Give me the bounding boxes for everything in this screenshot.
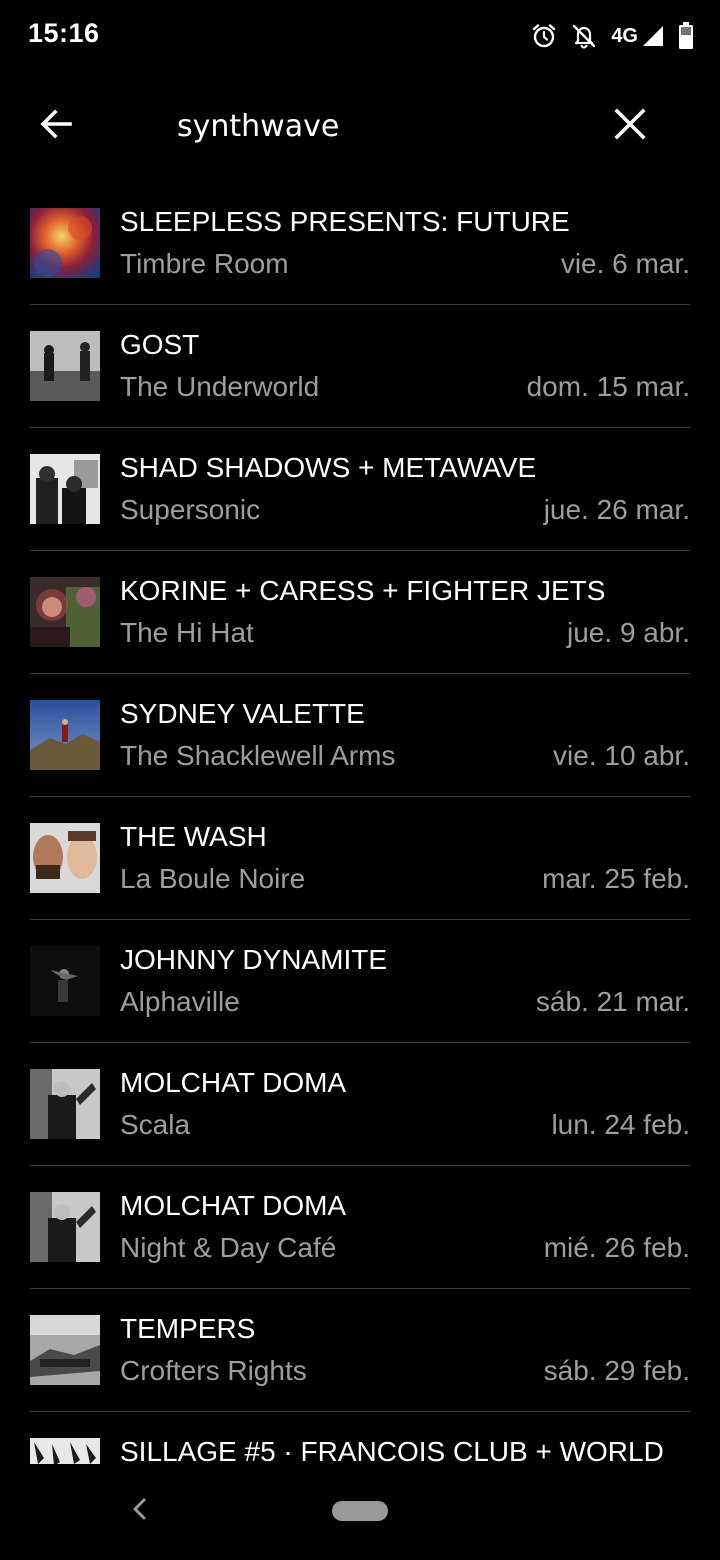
event-venue: Crofters Rights bbox=[120, 1355, 307, 1386]
event-venue: The Shacklewell Arms bbox=[120, 740, 396, 771]
event-title: SYDNEY VALETTE bbox=[120, 698, 365, 729]
nav-back-button[interactable] bbox=[126, 1498, 152, 1524]
battery-icon bbox=[678, 22, 694, 50]
event-date: lun. 24 feb. bbox=[551, 1109, 690, 1140]
event-row[interactable]: SLEEPLESS PRESENTS: FUTURE Timbre Room v… bbox=[30, 182, 690, 305]
event-venue: La Boule Noire bbox=[120, 863, 306, 894]
search-header bbox=[0, 90, 720, 162]
signal-icon bbox=[642, 24, 664, 48]
event-title: KORINE + CARESS + FIGHTER JETS bbox=[120, 575, 606, 606]
event-venue: Night & Day Café bbox=[120, 1232, 337, 1263]
status-bar: 15:16 4G bbox=[0, 0, 720, 72]
event-date: vie. 6 mar. bbox=[560, 248, 690, 279]
alarm-icon bbox=[531, 23, 557, 49]
event-row[interactable]: MOLCHAT DOMA Night & Day Café mié. 26 fe… bbox=[30, 1166, 690, 1289]
event-title: JOHNNY DYNAMITE bbox=[120, 944, 388, 975]
event-thumbnail bbox=[30, 1315, 100, 1385]
event-title: MOLCHAT DOMA bbox=[120, 1190, 347, 1221]
event-thumbnail bbox=[30, 823, 100, 893]
event-thumbnail bbox=[30, 454, 100, 524]
close-icon bbox=[614, 107, 646, 145]
back-button[interactable] bbox=[34, 104, 78, 148]
event-title: SILLAGE #5 · FRANCOIS CLUB + WORLD bbox=[120, 1436, 664, 1464]
event-date: jue. 9 abr. bbox=[567, 617, 690, 648]
event-row[interactable]: MOLCHAT DOMA Scala lun. 24 feb. bbox=[30, 1043, 690, 1166]
event-thumbnail bbox=[30, 1192, 100, 1262]
event-date: mar. 25 feb. bbox=[542, 863, 690, 894]
event-title: GOST bbox=[120, 329, 200, 360]
event-row[interactable]: SILLAGE #5 · FRANCOIS CLUB + WORLD bbox=[30, 1412, 690, 1464]
event-title: THE WASH bbox=[120, 821, 267, 852]
event-row[interactable]: GOST The Underworld dom. 15 mar. bbox=[30, 305, 690, 428]
event-date: mié. 26 feb. bbox=[543, 1232, 690, 1263]
event-venue: The Underworld bbox=[120, 371, 320, 402]
nav-back-icon bbox=[130, 1497, 148, 1526]
clear-search-button[interactable] bbox=[608, 104, 652, 148]
event-title: SLEEPLESS PRESENTS: FUTURE bbox=[120, 206, 570, 237]
search-input[interactable] bbox=[177, 104, 577, 148]
event-date: sáb. 21 mar. bbox=[535, 986, 690, 1017]
event-thumbnail bbox=[30, 208, 100, 278]
event-date: dom. 15 mar. bbox=[526, 371, 690, 402]
notifications-off-icon bbox=[571, 23, 597, 49]
event-row[interactable]: TEMPERS Crofters Rights sáb. 29 feb. bbox=[30, 1289, 690, 1412]
event-row[interactable]: SHAD SHADOWS + METAWAVE Supersonic jue. … bbox=[30, 428, 690, 551]
status-icons: 4G bbox=[531, 18, 694, 54]
event-title: SHAD SHADOWS + METAWAVE bbox=[120, 452, 537, 483]
event-venue: Alphaville bbox=[120, 986, 240, 1017]
event-thumbnail bbox=[30, 1069, 100, 1139]
event-row[interactable]: JOHNNY DYNAMITE Alphaville sáb. 21 mar. bbox=[30, 920, 690, 1043]
event-venue: Supersonic bbox=[120, 494, 261, 525]
event-row[interactable]: THE WASH La Boule Noire mar. 25 feb. bbox=[30, 797, 690, 920]
status-time: 15:16 bbox=[28, 18, 100, 48]
arrow-left-icon bbox=[38, 106, 74, 147]
event-thumbnail bbox=[30, 946, 100, 1016]
system-nav-bar bbox=[0, 1464, 720, 1560]
event-date: sáb. 29 feb. bbox=[543, 1355, 690, 1386]
event-thumbnail bbox=[30, 700, 100, 770]
event-venue: The Hi Hat bbox=[120, 617, 254, 648]
event-date: vie. 10 abr. bbox=[553, 740, 690, 771]
home-pill-icon[interactable] bbox=[332, 1501, 388, 1521]
search-results-list: SLEEPLESS PRESENTS: FUTURE Timbre Room v… bbox=[0, 182, 720, 1464]
event-title: MOLCHAT DOMA bbox=[120, 1067, 347, 1098]
event-venue: Scala bbox=[120, 1109, 191, 1140]
network-type-label: 4G bbox=[611, 24, 638, 47]
event-title: TEMPERS bbox=[120, 1313, 256, 1344]
event-thumbnail bbox=[30, 1438, 100, 1464]
event-venue: Timbre Room bbox=[120, 248, 289, 279]
event-thumbnail bbox=[30, 577, 100, 647]
event-date: jue. 26 mar. bbox=[543, 494, 690, 525]
event-thumbnail bbox=[30, 331, 100, 401]
event-row[interactable]: KORINE + CARESS + FIGHTER JETS The Hi Ha… bbox=[30, 551, 690, 674]
event-row[interactable]: SYDNEY VALETTE The Shacklewell Arms vie.… bbox=[30, 674, 690, 797]
